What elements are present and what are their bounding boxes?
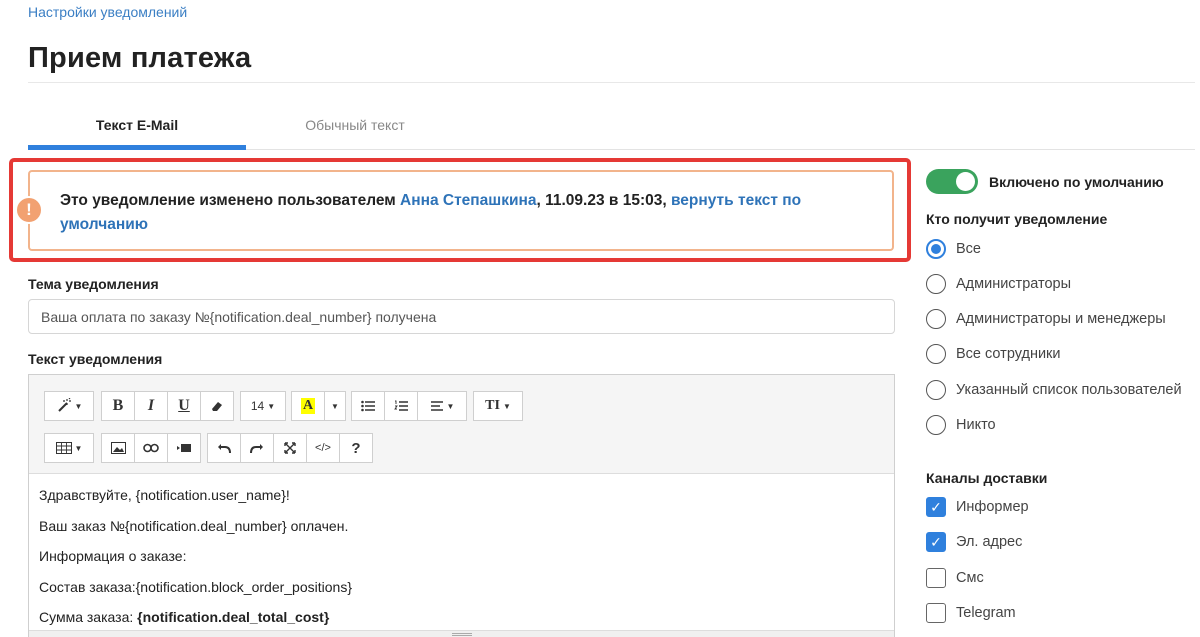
bold-button[interactable]: B bbox=[101, 391, 135, 421]
radio-icon[interactable] bbox=[926, 309, 946, 329]
channel-informer[interactable]: ✓ Информер bbox=[926, 497, 1029, 517]
text-color-icon: A bbox=[300, 398, 316, 414]
editor-content[interactable]: Здравствуйте, {notification.user_name}! … bbox=[39, 485, 352, 637]
total-value: {notification.deal_total_cost} bbox=[137, 609, 330, 625]
fullscreen-icon[interactable] bbox=[273, 433, 307, 463]
recipient-label: Все сотрудники bbox=[956, 346, 1061, 362]
notice-user-link[interactable]: Анна Степашкина bbox=[400, 192, 536, 209]
subject-input[interactable] bbox=[28, 299, 895, 334]
code-view-button[interactable]: </> bbox=[306, 433, 340, 463]
editor-line: Ваш заказ №{notification.deal_number} оп… bbox=[39, 517, 349, 534]
text-height-icon: TI bbox=[485, 398, 500, 413]
checkbox-icon[interactable] bbox=[926, 568, 946, 588]
radio-icon[interactable] bbox=[926, 380, 946, 400]
tab-bar: Текст E-Mail Обычный текст bbox=[28, 108, 1195, 150]
recipient-label: Никто bbox=[956, 417, 996, 433]
editor-resize-handle[interactable] bbox=[29, 630, 894, 637]
notice-prefix: Это уведомление изменено пользователем bbox=[60, 192, 401, 209]
font-size-select[interactable]: 14 ▼ bbox=[240, 391, 286, 421]
tab-plain-text[interactable]: Обычный текст bbox=[246, 108, 464, 150]
warning-icon: ! bbox=[15, 196, 43, 224]
numbered-list-icon[interactable] bbox=[384, 391, 418, 421]
image-icon[interactable] bbox=[101, 433, 135, 463]
italic-button[interactable]: I bbox=[134, 391, 168, 421]
recipient-label: Все bbox=[956, 241, 981, 257]
editor-line: Здравствуйте, {notification.user_name}! bbox=[39, 487, 290, 503]
tab-email-text[interactable]: Текст E-Mail bbox=[28, 108, 246, 150]
text-color-dropdown[interactable]: ▼ bbox=[324, 391, 346, 421]
recipient-option-all-staff[interactable]: Все сотрудники bbox=[926, 344, 1061, 364]
default-enabled-toggle[interactable] bbox=[926, 169, 978, 194]
bullet-list-icon[interactable] bbox=[351, 391, 385, 421]
editor-toolbar: ▼ B I U 14 ▼ A ▼ ▼ TI ▼ ▼ </> ? bbox=[29, 375, 894, 474]
checkbox-checked-icon[interactable]: ✓ bbox=[926, 532, 946, 552]
recipient-option-all[interactable]: Все bbox=[926, 239, 981, 259]
recipients-heading: Кто получит уведомление bbox=[926, 211, 1108, 227]
recipient-option-user-list[interactable]: Указанный список пользователей bbox=[926, 380, 1182, 400]
title-divider bbox=[28, 82, 1195, 83]
subject-label: Тема уведомления bbox=[28, 276, 159, 292]
total-label: Сумма заказа: bbox=[39, 609, 138, 625]
checkbox-icon[interactable] bbox=[926, 603, 946, 623]
default-enabled-row: Включено по умолчанию bbox=[926, 169, 1164, 194]
modified-notice: Это уведомление изменено пользователем А… bbox=[28, 170, 894, 251]
body-label: Текст уведомления bbox=[28, 351, 163, 367]
rich-text-editor: ▼ B I U 14 ▼ A ▼ ▼ TI ▼ ▼ </> ? Здравств… bbox=[28, 374, 895, 637]
breadcrumb-link[interactable]: Настройки уведомлений bbox=[28, 4, 187, 20]
eraser-icon[interactable] bbox=[200, 391, 234, 421]
align-icon[interactable]: ▼ bbox=[417, 391, 467, 421]
recipient-option-admins-managers[interactable]: Администраторы и менеджеры bbox=[926, 309, 1166, 329]
recipient-label: Указанный список пользователей bbox=[956, 382, 1182, 398]
recipient-label: Администраторы и менеджеры bbox=[956, 311, 1166, 327]
checkbox-checked-icon[interactable]: ✓ bbox=[926, 497, 946, 517]
radio-icon[interactable] bbox=[926, 415, 946, 435]
channel-sms[interactable]: Смс bbox=[926, 568, 984, 588]
recipient-label: Администраторы bbox=[956, 276, 1072, 292]
channel-telegram[interactable]: Telegram bbox=[926, 603, 1016, 623]
video-icon[interactable] bbox=[167, 433, 201, 463]
channel-label: Смс bbox=[956, 570, 984, 586]
radio-icon[interactable] bbox=[926, 274, 946, 294]
notice-date: , 11.09.23 в 15:03, bbox=[536, 192, 671, 209]
channel-email[interactable]: ✓ Эл. адрес bbox=[926, 532, 1022, 552]
page-title: Прием платежа bbox=[28, 42, 252, 74]
font-size-value: 14 bbox=[250, 399, 265, 413]
channel-label: Telegram bbox=[956, 605, 1016, 621]
editor-line: Состав заказа:{notification.block_order_… bbox=[39, 578, 352, 595]
channel-label: Информер bbox=[956, 499, 1029, 515]
text-height-button[interactable]: TI ▼ bbox=[473, 391, 523, 421]
underline-button[interactable]: U bbox=[167, 391, 201, 421]
recipient-option-nobody[interactable]: Никто bbox=[926, 415, 996, 435]
redo-icon[interactable] bbox=[240, 433, 274, 463]
text-color-button[interactable]: A bbox=[291, 391, 325, 421]
radio-icon[interactable] bbox=[926, 239, 946, 259]
channels-heading: Каналы доставки bbox=[926, 470, 1048, 486]
channel-label: Эл. адрес bbox=[956, 534, 1023, 550]
link-icon[interactable] bbox=[134, 433, 168, 463]
undo-icon[interactable] bbox=[207, 433, 241, 463]
magic-wand-icon[interactable]: ▼ bbox=[44, 391, 94, 421]
recipient-option-admins[interactable]: Администраторы bbox=[926, 274, 1071, 294]
radio-icon[interactable] bbox=[926, 344, 946, 364]
help-button[interactable]: ? bbox=[339, 433, 373, 463]
table-icon[interactable]: ▼ bbox=[44, 433, 94, 463]
default-enabled-label: Включено по умолчанию bbox=[989, 173, 1164, 190]
editor-line: Информация о заказе: bbox=[39, 548, 187, 564]
